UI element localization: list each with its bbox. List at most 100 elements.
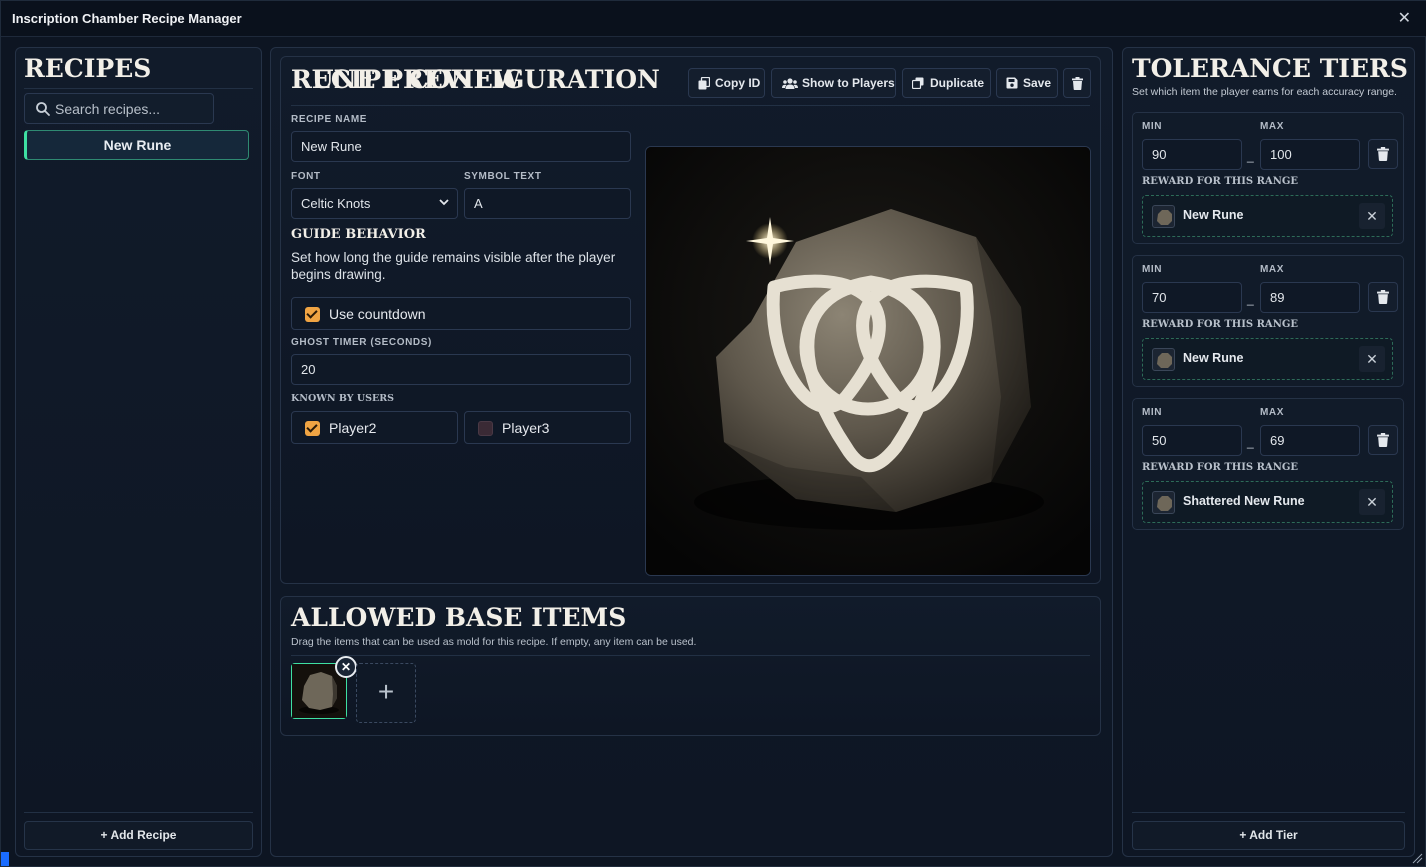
trash-icon [1072,77,1083,90]
reward-slot[interactable]: Shattered New Rune ✕ [1142,481,1393,523]
use-countdown-label: Use countdown [329,306,426,322]
min-input[interactable]: 90 [1142,139,1242,170]
save-button[interactable]: Save [996,68,1058,98]
trash-icon [1377,290,1389,304]
tolerance-tiers-heading: TOLERANCE TIERS [1132,54,1408,83]
copy-id-label: Copy ID [715,76,761,90]
plus-icon: + [1239,828,1250,842]
checkbox-checked[interactable] [305,421,320,436]
plus-icon: + [377,676,395,707]
tolerance-tiers-panel: TOLERANCE TIERS Set which item the playe… [1122,47,1415,857]
delete-recipe-button[interactable] [1063,68,1091,98]
symbol-text-input[interactable]: A [464,188,631,219]
clear-reward-icon[interactable]: ✕ [1359,203,1385,229]
rune-preview-image [645,146,1091,576]
resize-handle-icon[interactable] [1411,852,1423,864]
font-select[interactable]: Celtic Knots [291,188,458,219]
use-countdown-checkbox[interactable]: Use countdown [291,297,631,330]
allowed-items-heading: ALLOWED BASE ITEMS [291,603,627,632]
max-label: MAX [1260,121,1285,132]
user-name: Player3 [502,420,550,436]
recipes-heading: RECIPES [24,54,152,83]
min-label: MIN [1142,264,1163,275]
close-icon[interactable]: ✕ [1398,8,1411,28]
stone-item-icon [1152,491,1175,514]
duplicate-button[interactable]: Duplicate [902,68,991,98]
max-input[interactable]: 69 [1260,425,1360,456]
chevron-down-icon [439,199,449,206]
title-bar: Inscription Chamber Recipe Manager ✕ [1,1,1426,37]
copy-id-button[interactable]: Copy ID [688,68,765,98]
allowed-items-description: Drag the items that can be used as mold … [291,636,697,648]
known-by-users-label: KNOWN BY USERS [291,393,394,404]
app-window: Inscription Chamber Recipe Manager ✕ REC… [0,0,1426,867]
divider [24,812,253,813]
divider [1132,812,1405,813]
search-icon [36,102,50,116]
user-checkbox-player3[interactable]: Player3 [464,411,631,444]
delete-tier-button[interactable] [1368,282,1398,312]
divider [291,105,1090,106]
remove-item-button[interactable]: ✕ [335,656,357,678]
max-input[interactable]: 89 [1260,282,1360,313]
delete-tier-button[interactable] [1368,139,1398,169]
duplicate-label: Duplicate [930,76,985,90]
allowed-base-items-panel: ALLOWED BASE ITEMS Drag the items that c… [280,596,1101,736]
symbol-text-label: SYMBOL TEXT [464,171,542,182]
checkbox-checked[interactable] [305,307,320,322]
recipe-configuration-panel: RECIPE CONFIGURATION Copy ID Show to Pla… [280,56,1101,584]
clear-reward-icon[interactable]: ✕ [1359,346,1385,372]
guide-behavior-heading: GUIDE BEHAVIOR [291,227,426,242]
trash-icon [1377,147,1389,161]
guide-behavior-description: Set how long the guide remains visible a… [291,250,616,282]
clear-reward-icon[interactable]: ✕ [1359,489,1385,515]
reward-name: New Rune [1183,351,1244,365]
tier-card: MIN MAX 50 _ 69 REWARD FOR THIS RANGE Sh… [1132,398,1404,530]
duplicate-icon [912,77,924,89]
reward-name: Shattered New Rune [1183,494,1305,508]
reward-slot[interactable]: New Rune ✕ [1142,195,1393,237]
copy-icon [698,77,710,90]
min-input[interactable]: 70 [1142,282,1242,313]
add-tier-label: Add Tier [1249,828,1298,842]
max-label: MAX [1260,264,1285,275]
tolerance-tiers-description: Set which item the player earns for each… [1132,86,1397,98]
show-to-players-button[interactable]: Show to Players [771,68,896,98]
checkbox-unchecked[interactable] [478,421,493,436]
corner-accent [1,852,9,866]
add-tier-button[interactable]: + Add Tier [1132,821,1405,850]
users-icon [782,78,798,89]
reward-name: New Rune [1183,208,1244,222]
recipe-list-item[interactable]: New Rune [24,130,249,160]
range-separator: _ [1247,149,1254,163]
add-recipe-button[interactable]: + Add Recipe [24,821,253,850]
tier-card: MIN MAX 90 _ 100 REWARD FOR THIS RANGE N… [1132,112,1404,244]
base-item-slot[interactable]: ✕ [291,656,357,719]
window-title: Inscription Chamber Recipe Manager [12,11,242,26]
range-separator: _ [1247,292,1254,306]
save-icon [1006,77,1018,89]
min-label: MIN [1142,407,1163,418]
stone-item-icon [1152,348,1175,371]
reward-slot[interactable]: New Rune ✕ [1142,338,1393,380]
divider [291,655,1090,656]
save-label: Save [1023,76,1052,90]
ghost-timer-input[interactable]: 20 [291,354,631,385]
font-select-value: Celtic Knots [301,196,371,211]
user-name: Player2 [329,420,377,436]
max-input[interactable]: 100 [1260,139,1360,170]
recipe-name-input[interactable]: New Rune [291,131,631,162]
plus-icon: + [100,828,111,842]
search-box[interactable] [24,93,214,124]
delete-tier-button[interactable] [1368,425,1398,455]
show-to-players-label: Show to Players [802,76,895,90]
min-label: MIN [1142,121,1163,132]
range-separator: _ [1247,435,1254,449]
min-input[interactable]: 50 [1142,425,1242,456]
trash-icon [1377,433,1389,447]
add-base-item-slot[interactable]: + [356,663,416,723]
search-input[interactable] [55,98,205,120]
user-checkbox-player2[interactable]: Player2 [291,411,458,444]
max-label: MAX [1260,407,1285,418]
font-label: FONT [291,171,321,182]
